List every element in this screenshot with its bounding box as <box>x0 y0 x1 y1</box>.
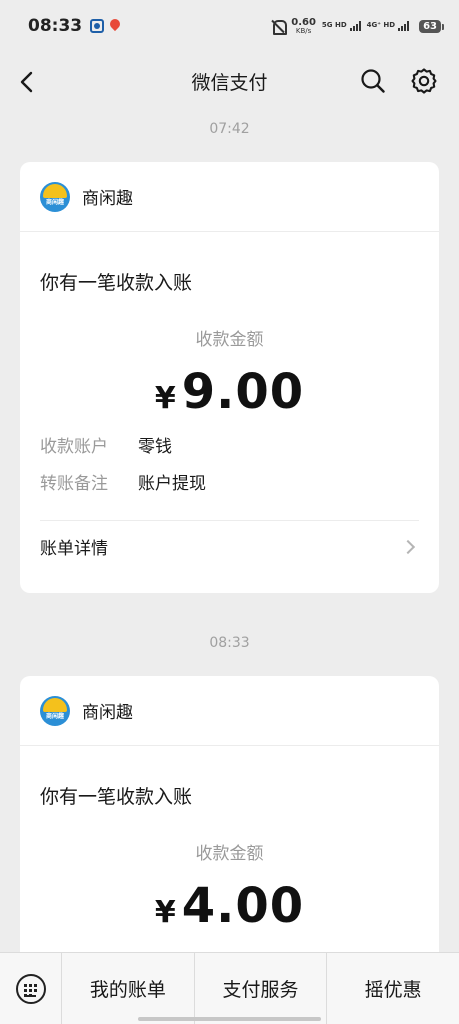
payment-card[interactable]: 商闲趣 商闲趣 你有一笔收款入账 收款金额 ¥ 9.00 收款账户 零钱 转账备… <box>20 162 439 593</box>
detail-key: 收款账户 <box>40 437 108 457</box>
signal-bars-icon <box>398 21 410 31</box>
bill-details-link[interactable]: 账单详情 <box>40 520 419 572</box>
network-speed-value: 0.60 <box>291 16 316 28</box>
amount: ¥ 4.00 <box>40 878 419 934</box>
status-time: 08:33 <box>28 16 83 36</box>
amount-label: 收款金额 <box>195 330 264 350</box>
notice-title: 你有一笔收款入账 <box>40 786 193 808</box>
bill-details-label: 账单详情 <box>40 539 108 559</box>
network-speed-unit: KB/s <box>295 26 312 35</box>
amount-label: 收款金额 <box>195 844 264 864</box>
sim1-signal: 5G HD <box>322 21 361 31</box>
network-speed: 0.60 KB/s <box>291 16 316 35</box>
app-notification-icon <box>90 19 105 33</box>
amount-value: 4.00 <box>181 878 305 934</box>
message-timestamp: 08:33 <box>209 635 250 651</box>
search-icon[interactable] <box>360 68 386 94</box>
sim2-signal: 4G⁺ HD <box>366 21 410 31</box>
gear-icon[interactable] <box>410 67 438 95</box>
detail-row-account: 收款账户 零钱 <box>40 432 419 457</box>
battery-icon: 63 <box>419 19 444 33</box>
message-timestamp: 07:42 <box>209 121 250 137</box>
menu-shake-discounts[interactable]: 摇优惠 <box>326 952 459 1024</box>
detail-row-remark: 转账备注 账户提现 <box>40 469 419 494</box>
menu-payment-services[interactable]: 支付服务 <box>193 952 327 1024</box>
notice-title: 你有一笔收款入账 <box>40 272 193 294</box>
keyboard-toggle-button[interactable] <box>0 952 62 1024</box>
keyboard-icon <box>15 973 46 1004</box>
amount: ¥ 9.00 <box>40 364 419 420</box>
status-indicators: 0.60 KB/s 5G HD 4G⁺ HD 63 <box>271 16 444 35</box>
signal-bars-icon <box>349 21 361 31</box>
chevron-right-icon <box>400 539 416 554</box>
menu-my-bills[interactable]: 我的账单 <box>62 953 194 1024</box>
merchant-name: 商闲趣 <box>82 189 133 209</box>
detail-value: 账户提现 <box>138 474 206 494</box>
merchant-logo-text: 商闲趣 <box>45 198 64 206</box>
merchant-logo-text: 商闲趣 <box>45 712 64 720</box>
location-pin-icon <box>110 19 120 33</box>
card-body: 你有一笔收款入账 收款金额 ¥ 9.00 收款账户 零钱 转账备注 账户提现 账… <box>20 268 439 572</box>
nav-bar: 微信支付 <box>0 52 459 110</box>
merchant-name: 商闲趣 <box>82 703 133 723</box>
detail-value: 零钱 <box>138 437 172 457</box>
sim1-label: 5G HD <box>321 21 347 29</box>
card-header: 商闲趣 商闲趣 <box>20 676 439 746</box>
card-body: 你有一笔收款入账 收款金额 ¥ 4.00 <box>20 782 439 934</box>
merchant-logo: 商闲趣 <box>40 181 70 212</box>
status-bar: 08:33 0.60 KB/s 5G HD 4G⁺ HD 63 <box>0 0 459 52</box>
mute-bell-icon <box>271 19 288 35</box>
payment-card[interactable]: 商闲趣 商闲趣 你有一笔收款入账 收款金额 ¥ 4.00 <box>20 676 439 976</box>
currency-symbol: ¥ <box>154 381 176 416</box>
home-indicator[interactable] <box>138 1017 321 1021</box>
merchant-logo: 商闲趣 <box>40 695 70 726</box>
card-header: 商闲趣 商闲趣 <box>20 162 439 232</box>
bottom-menu-bar: 我的账单 支付服务 摇优惠 <box>0 952 459 1024</box>
page-title: 微信支付 <box>191 72 268 94</box>
currency-symbol: ¥ <box>154 895 176 930</box>
sim2-label: 4G⁺ HD <box>366 21 396 29</box>
amount-value: 9.00 <box>181 364 305 420</box>
detail-key: 转账备注 <box>40 474 108 494</box>
